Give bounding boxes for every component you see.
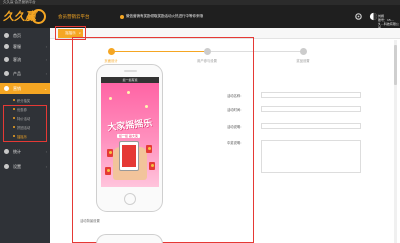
settings-icon — [4, 164, 9, 169]
section-label-background: 活动背景设置 — [80, 219, 100, 223]
home-icon — [4, 33, 9, 38]
promo-subtitle: 摇一摇 赢大奖 — [117, 134, 140, 138]
sidebar-item-marketing[interactable]: 营销 ⌄ — [0, 83, 50, 94]
sidebar-item-label: 统计 — [13, 148, 21, 154]
phone-home-button — [124, 193, 136, 205]
traffic-icon — [4, 57, 9, 62]
screen-status-bar: 摇一摇有奖 — [101, 77, 159, 83]
phone-preview: 摇一摇有奖 大家摇摇乐 摇一摇 赢大奖 — [96, 64, 163, 212]
settings-icon[interactable] — [354, 12, 363, 21]
sidebar-item-service[interactable]: 客服 › — [0, 41, 50, 52]
form-label: 活动时间： — [227, 107, 244, 112]
sidebar-item-label: 首页 — [13, 32, 21, 38]
activity-time-input[interactable] — [261, 106, 361, 112]
form-row-description: 活动说明： — [227, 123, 361, 129]
sparkle-icon — [145, 105, 148, 108]
activity-description-input[interactable] — [261, 123, 361, 129]
brand-logo[interactable]: 久久赢 — [3, 8, 47, 25]
sidebar-item-stats[interactable]: 统计 › — [0, 146, 50, 157]
phone-preview-secondary — [96, 234, 163, 243]
notice-banner[interactable]: 微信营销有奖励领取奖励活动火热进行中等你来哦 — [120, 14, 203, 19]
sidebar-item-settings[interactable]: 设置 › — [0, 161, 50, 172]
form-row-time: 活动时间： — [227, 106, 361, 112]
sidebar-item-label: 客流 — [13, 56, 21, 62]
scrollbar-thumb[interactable] — [394, 45, 397, 85]
sidebar-item-label: 产品 — [13, 70, 21, 76]
step-3-label: 奖品设置 — [296, 59, 310, 63]
notice-text: 微信营销有奖励领取奖励活动火热进行中等你来哦 — [126, 14, 203, 18]
stats-icon — [4, 149, 9, 154]
sidebar-item-label: 客服 — [13, 43, 21, 49]
red-envelope-icon — [149, 162, 155, 170]
service-icon — [4, 44, 9, 49]
sidebar-highlight-box — [3, 105, 47, 142]
bullet-icon — [13, 99, 15, 101]
sidebar-item-traffic[interactable]: 客流 › — [0, 54, 50, 65]
notice-icon — [120, 14, 124, 19]
form-row-name: 活动名称： — [227, 92, 361, 98]
sidebar-item-home[interactable]: 首页 — [0, 30, 50, 41]
promo-title: 大家摇摇乐 — [107, 118, 153, 134]
chevron-right-icon: › — [45, 149, 47, 154]
sidebar-subitem-label: 积分抽奖 — [17, 98, 31, 103]
sidebar-subitem-points-draw[interactable]: 积分抽奖 — [0, 96, 50, 104]
red-envelope-icon — [105, 167, 111, 175]
form-label: 活动名称： — [227, 93, 244, 98]
step-3-marker[interactable] — [300, 48, 307, 55]
marketing-icon — [4, 86, 9, 91]
platform-title: 会员营销云平台 — [58, 15, 90, 20]
form-label: 中奖说明： — [227, 141, 244, 145]
top-header: 久久赢 会员营销云平台 微信营销有奖励领取奖励活动火热进行中等你来哦 刘娟 账号… — [0, 5, 400, 30]
chevron-right-icon: › — [45, 44, 47, 49]
chevron-down-icon: ⌄ — [44, 86, 47, 91]
red-envelope-icon — [107, 149, 113, 157]
red-envelope-icon — [146, 145, 152, 153]
product-icon — [4, 71, 9, 76]
sidebar-item-product[interactable]: 产品 › — [0, 68, 50, 79]
chevron-right-icon: › — [45, 164, 47, 169]
sparkle-icon — [109, 97, 112, 100]
sidebar-item-label: 设置 — [13, 163, 21, 169]
form-row-prize-desc: 中奖说明： — [227, 140, 257, 145]
form-label: 活动说明： — [227, 124, 244, 129]
phone-screen[interactable]: 摇一摇有奖 大家摇摇乐 摇一摇 赢大奖 — [101, 77, 159, 187]
phone-speaker — [124, 70, 137, 72]
phone-in-hand-illustration — [119, 141, 139, 171]
account-icon[interactable] — [369, 12, 378, 21]
activity-name-input[interactable] — [261, 92, 361, 98]
sparkle-icon — [127, 91, 130, 94]
logo-mark-icon — [31, 9, 46, 24]
chevron-right-icon: › — [45, 57, 47, 62]
chevron-right-icon: › — [45, 71, 47, 76]
sidebar-item-label: 营销 — [13, 85, 21, 91]
prize-description-textarea[interactable] — [261, 140, 361, 173]
